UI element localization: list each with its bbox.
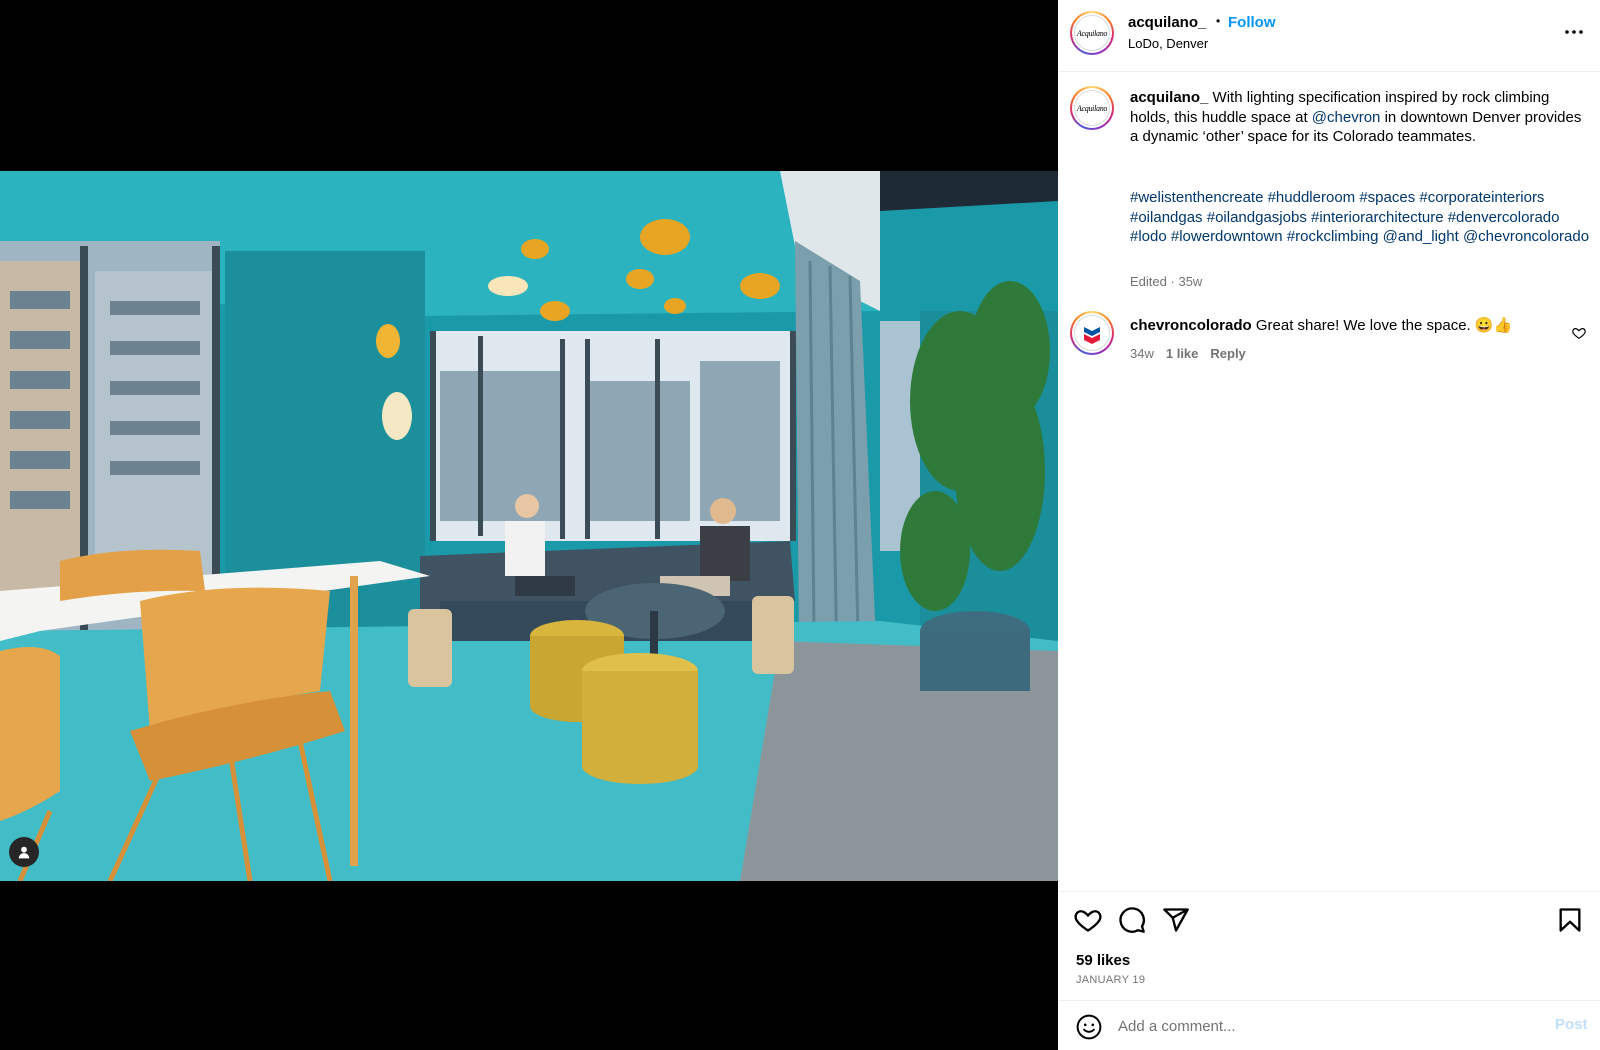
author-username[interactable]: acquilano_ — [1128, 14, 1206, 31]
bookmark-icon[interactable] — [1556, 906, 1584, 934]
emoji-icon[interactable] — [1076, 1014, 1102, 1040]
hashtag-link[interactable]: #rockclimbing — [1287, 228, 1379, 245]
avatar-logo: Acquilano — [1074, 15, 1110, 51]
author-avatar[interactable]: Acquilano — [1070, 11, 1114, 55]
mention-link[interactable]: @chevroncolorado — [1463, 228, 1589, 245]
comment-icon[interactable] — [1118, 906, 1146, 934]
follow-button[interactable]: Follow — [1228, 14, 1276, 31]
comment-time[interactable]: 34w — [1130, 346, 1154, 361]
likes-count[interactable]: 59 likes — [1076, 952, 1130, 969]
photo-illustration — [0, 171, 1058, 881]
hashtag-link[interactable]: #oilandgas — [1130, 209, 1203, 226]
media-pane — [0, 0, 1058, 1050]
comment-like-heart-icon[interactable] — [1572, 326, 1586, 340]
hashtag-link[interactable]: #lowerdowntown — [1171, 228, 1283, 245]
hashtag-link[interactable]: #welistenthencreate — [1130, 189, 1263, 206]
more-horizontal-icon — [1565, 30, 1583, 34]
mention-link[interactable]: @and_light — [1383, 228, 1459, 245]
caption-username[interactable]: acquilano_ — [1130, 89, 1208, 106]
comment-text: Great share! We love the space. 😀👍 — [1255, 317, 1513, 334]
commenter-avatar[interactable] — [1070, 311, 1114, 355]
comment-username[interactable]: chevroncolorado — [1130, 317, 1252, 334]
caption-hashtags: #welistenthencreate #huddleroom #spaces … — [1130, 188, 1590, 247]
caption-time[interactable]: 35w — [1178, 274, 1202, 289]
post-date: JANUARY 19 — [1076, 974, 1146, 986]
meta-separator: · — [1170, 274, 1175, 289]
comment-input[interactable] — [1118, 1013, 1518, 1039]
caption-mention[interactable]: @chevron — [1312, 109, 1381, 126]
post-comment-button[interactable]: Post — [1555, 1016, 1588, 1033]
comment-meta: 34w 1 like Reply — [1130, 346, 1246, 361]
reply-button[interactable]: Reply — [1210, 346, 1245, 361]
hashtag-link[interactable]: #lodo — [1130, 228, 1167, 245]
chevron-logo-icon — [1074, 315, 1110, 351]
post-photo[interactable] — [0, 171, 1058, 881]
comment-likes[interactable]: 1 like — [1166, 346, 1199, 361]
avatar-logo: Acquilano — [1074, 90, 1110, 126]
more-options-button[interactable] — [1560, 22, 1588, 42]
post-header: Acquilano acquilano_ • Follow LoDo, Denv… — [1058, 0, 1600, 72]
post-actions: 59 likes JANUARY 19 — [1058, 891, 1600, 1001]
hashtag-link[interactable]: #huddleroom — [1268, 189, 1356, 206]
comment-body: chevroncolorado Great share! We love the… — [1130, 316, 1550, 336]
user-tag-button[interactable] — [9, 837, 39, 867]
post-caption: acquilano_ With lighting specification i… — [1130, 88, 1586, 147]
edited-label: Edited — [1130, 274, 1167, 289]
hashtag-link[interactable]: #oilandgasjobs — [1207, 209, 1307, 226]
post-location[interactable]: LoDo, Denver — [1128, 36, 1208, 51]
share-icon[interactable] — [1162, 906, 1190, 934]
caption-meta: Edited · 35w — [1130, 274, 1202, 289]
hashtag-link[interactable]: #denvercolorado — [1448, 209, 1560, 226]
hashtag-link[interactable]: #spaces — [1359, 189, 1415, 206]
heart-icon[interactable] — [1074, 906, 1102, 934]
post-panel: Acquilano acquilano_ • Follow LoDo, Denv… — [1058, 0, 1600, 1050]
hashtag-link[interactable]: #corporateinteriors — [1419, 189, 1544, 206]
separator-dot: • — [1216, 14, 1221, 28]
comment-bar: Post — [1058, 1000, 1600, 1050]
hashtag-link[interactable]: #interiorarchitecture — [1311, 209, 1444, 226]
caption-author-avatar[interactable]: Acquilano — [1070, 86, 1114, 130]
user-icon — [18, 846, 30, 859]
